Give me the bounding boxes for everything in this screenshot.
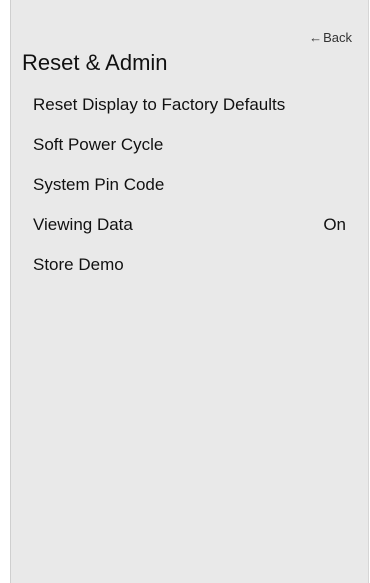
menu-item-soft-power-cycle[interactable]: Soft Power Cycle bbox=[11, 128, 368, 168]
menu-item-reset-factory-defaults[interactable]: Reset Display to Factory Defaults bbox=[11, 88, 368, 128]
menu-item-label: Soft Power Cycle bbox=[33, 135, 164, 154]
menu-list: Reset Display to Factory Defaults Soft P… bbox=[11, 88, 368, 288]
page-title: Reset & Admin bbox=[22, 50, 168, 75]
menu-item-store-demo[interactable]: Store Demo bbox=[11, 248, 368, 288]
back-arrow-icon: ← bbox=[309, 30, 323, 45]
back-label: Back bbox=[323, 30, 352, 45]
menu-item-system-pin-code[interactable]: System Pin Code bbox=[11, 168, 368, 208]
back-button[interactable]: ← Back bbox=[309, 30, 352, 45]
menu-item-viewing-data[interactable]: Viewing Data On bbox=[11, 208, 368, 248]
menu-item-label: Reset Display to Factory Defaults bbox=[33, 95, 286, 114]
settings-panel: ← Back Reset & Admin Reset Display to Fa… bbox=[10, 0, 369, 583]
menu-item-value: On bbox=[323, 215, 346, 234]
menu-item-label: Viewing Data bbox=[33, 215, 133, 234]
menu-item-label: System Pin Code bbox=[33, 175, 165, 194]
menu-item-label: Store Demo bbox=[33, 255, 124, 274]
